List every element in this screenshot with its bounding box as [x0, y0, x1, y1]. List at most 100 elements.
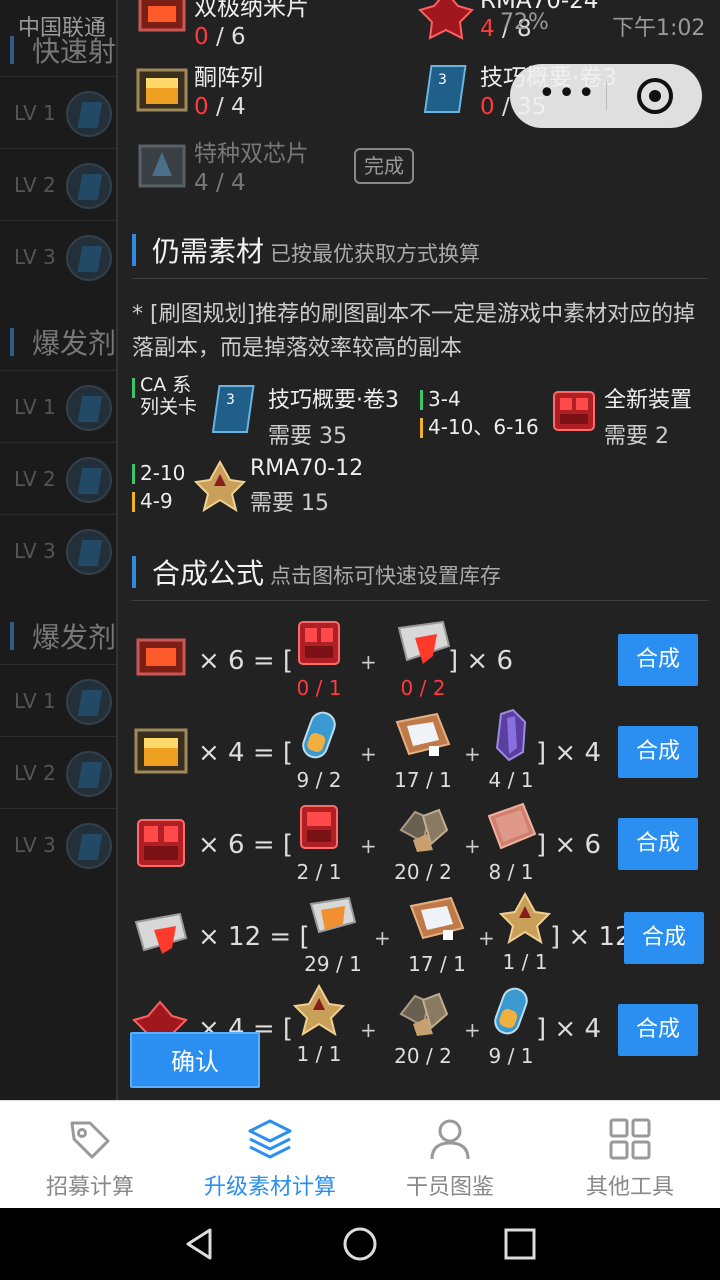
- new-device-icon[interactable]: [548, 384, 600, 436]
- dualchip-icon[interactable]: [134, 136, 190, 192]
- layers-icon: [248, 1119, 292, 1159]
- needed-material: 技巧概要·卷3 需要 35: [268, 382, 399, 450]
- tab-recruit-calc[interactable]: 招募计算: [0, 1101, 180, 1209]
- formula-ingredient[interactable]: 2 / 1: [284, 800, 354, 884]
- recents-icon[interactable]: [502, 1226, 538, 1262]
- bg-level-row[interactable]: LV 1: [0, 76, 118, 148]
- owned-item: 特种双芯片 4 / 4: [194, 134, 309, 196]
- formula-ingredient[interactable]: 17 / 1: [402, 892, 472, 976]
- plus-sign: +: [374, 926, 391, 950]
- rma70-12-icon: [498, 891, 552, 945]
- needed-material-name: RMA70-12: [250, 456, 364, 481]
- owned-item-count: 0 / 6: [194, 24, 246, 50]
- status-time: 下午1:02: [612, 16, 706, 41]
- make-button[interactable]: 合成: [618, 818, 698, 870]
- owned-item-name: 特种双芯片: [194, 141, 309, 167]
- stage-link[interactable]: 4-9: [132, 488, 173, 514]
- status-carrier: 中国联通: [18, 16, 107, 41]
- capsule-divider: [606, 82, 607, 110]
- tab-upgrade-materials[interactable]: 升级素材计算: [180, 1101, 360, 1209]
- bg-level-label: LV 1: [14, 395, 56, 419]
- make-button[interactable]: 合成: [618, 1004, 698, 1056]
- completed-badge[interactable]: 完成: [354, 148, 414, 184]
- formula-ingredient[interactable]: 20 / 2: [388, 800, 458, 884]
- formula-multiplier: ] × 4: [536, 738, 601, 768]
- formula-quantity: × 4 = [: [198, 738, 294, 768]
- skill-summary-3-icon[interactable]: 3: [424, 62, 472, 116]
- bg-section-title: 爆发剂: [10, 616, 116, 656]
- stage-link[interactable]: 4-10、6-16: [420, 414, 539, 440]
- formula-row: × 6 = [ 0 / 1 + 0 / 2 ] × 6 合成: [132, 616, 718, 708]
- owned-item: 酮阵列 0 / 4: [194, 58, 263, 120]
- formula-ingredient[interactable]: 1 / 1: [284, 983, 354, 1066]
- bg-level-row[interactable]: LV 3: [0, 808, 118, 880]
- rma70-24-icon[interactable]: [418, 0, 474, 40]
- bg-level-row[interactable]: LV 2: [0, 148, 118, 220]
- ingredient-count: 8 / 1: [488, 860, 534, 884]
- needed-material-name: 全新装置: [604, 388, 693, 413]
- polyester-pack-icon[interactable]: [132, 908, 190, 958]
- formula-ingredient[interactable]: 17 / 1: [388, 708, 458, 792]
- make-button[interactable]: 合成: [618, 726, 698, 778]
- nanoflake-icon[interactable]: [134, 0, 190, 38]
- formula-title: 合成公式 点击图标可快速设置库存: [132, 552, 501, 592]
- more-icon[interactable]: •••: [538, 79, 597, 109]
- bg-level-row[interactable]: LV 1: [0, 370, 118, 442]
- stage-link[interactable]: 2-10: [132, 460, 185, 486]
- person-icon: [430, 1119, 470, 1160]
- close-miniprogram-icon[interactable]: [637, 78, 673, 114]
- ingredient-count: 20 / 2: [394, 860, 452, 884]
- bg-level-row[interactable]: LV 3: [0, 220, 118, 292]
- home-icon[interactable]: [342, 1226, 378, 1262]
- skill-book-icon: [66, 91, 112, 137]
- sugar-icon: [409, 896, 465, 940]
- formula-quantity: × 6 = [: [198, 646, 294, 676]
- skill-book-icon: [66, 751, 112, 797]
- formula-multiplier: ] × 4: [536, 1014, 601, 1044]
- grindstone-icon: [487, 802, 537, 850]
- skill-summary-3-icon[interactable]: 3: [212, 382, 260, 436]
- tab-other-tools[interactable]: 其他工具: [540, 1101, 720, 1209]
- ingredient-count: 9 / 2: [296, 768, 342, 792]
- new-device-icon[interactable]: [132, 814, 190, 870]
- stage-link[interactable]: 3-4: [420, 386, 461, 412]
- skill-book-icon: [66, 457, 112, 503]
- formula-ingredient[interactable]: 29 / 1: [298, 892, 368, 976]
- ingredient-count: 0 / 1: [296, 676, 342, 700]
- bg-level-label: LV 3: [14, 539, 56, 563]
- new-device-icon: [298, 621, 340, 665]
- bg-level-row[interactable]: LV 1: [0, 664, 118, 736]
- back-icon[interactable]: [182, 1226, 218, 1262]
- ingredient-count: 2 / 1: [296, 860, 342, 884]
- stage-ca-series[interactable]: CA 系列关卡: [132, 374, 202, 418]
- rma70-12-icon[interactable]: [194, 460, 246, 512]
- ketone-array-icon[interactable]: [134, 60, 190, 116]
- ketone-array-icon[interactable]: [132, 722, 190, 776]
- make-button[interactable]: 合成: [624, 912, 704, 964]
- bg-level-row[interactable]: LV 3: [0, 514, 118, 586]
- bg-level-row[interactable]: LV 2: [0, 442, 118, 514]
- bottom-tab-bar: 招募计算 升级素材计算 干员图鉴 其他工具: [0, 1100, 720, 1208]
- formula-ingredient[interactable]: 0 / 1: [284, 616, 354, 700]
- oriron-cluster-icon: [302, 711, 336, 759]
- material-dialog: 双极纳米片 0 / 6 RMA70-24 4 / 8 酮阵列 0 / 4 3 技…: [116, 0, 720, 1100]
- plus-sign: +: [360, 650, 377, 674]
- ingredient-count: 1 / 1: [502, 950, 548, 974]
- needed-material-amount: 需要 35: [268, 424, 347, 449]
- manganese-icon: [495, 708, 527, 762]
- confirm-button[interactable]: 确认: [130, 1032, 260, 1088]
- skill-book-icon: [66, 385, 112, 431]
- tab-label: 升级素材计算: [203, 1175, 336, 1200]
- formula-ingredient[interactable]: 9 / 2: [284, 708, 354, 792]
- status-battery: 72%: [500, 10, 549, 35]
- owned-item-count: 0 / 4: [194, 94, 246, 120]
- formula-ingredient[interactable]: 20 / 2: [388, 984, 458, 1068]
- tab-operator-gallery[interactable]: 干员图鉴: [360, 1101, 540, 1209]
- skill-book-icon: [66, 679, 112, 725]
- tab-label: 其他工具: [585, 1175, 674, 1200]
- nanoflake-icon[interactable]: [132, 630, 190, 684]
- bg-level-row[interactable]: LV 2: [0, 736, 118, 808]
- bg-level-label: LV 1: [14, 689, 56, 713]
- make-button[interactable]: 合成: [618, 634, 698, 686]
- plus-sign: +: [360, 1018, 377, 1042]
